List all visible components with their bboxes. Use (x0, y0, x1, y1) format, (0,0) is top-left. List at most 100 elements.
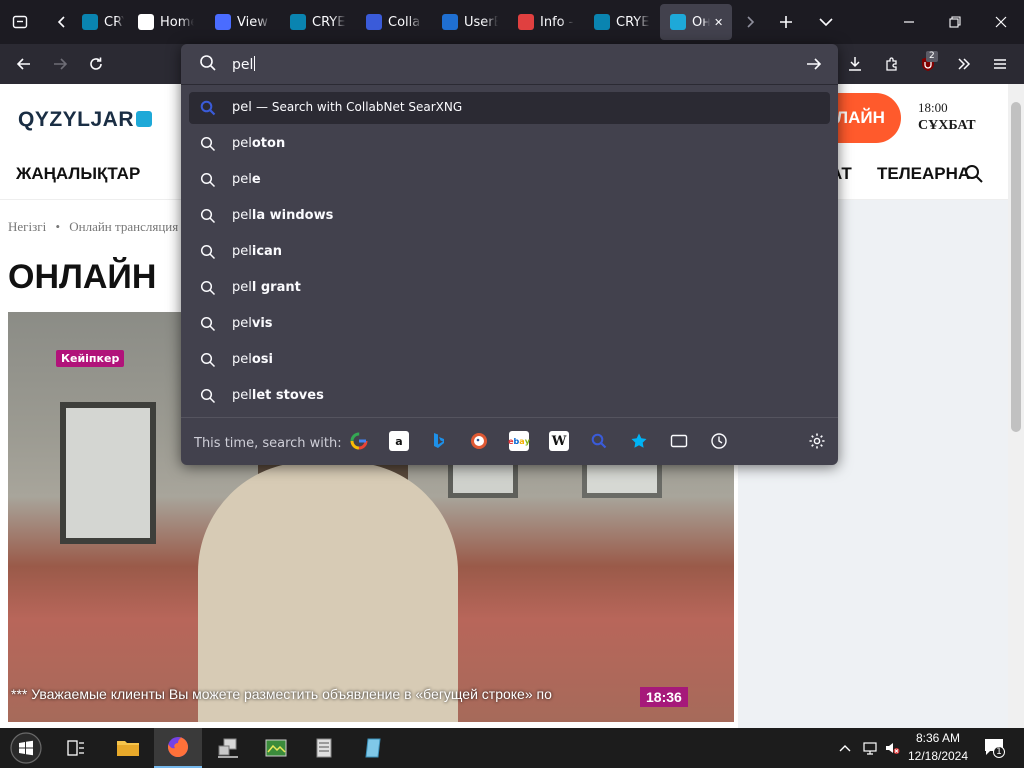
video-clock: 18:36 (640, 687, 688, 707)
network-tray-button[interactable] (862, 740, 878, 760)
search-icon (200, 208, 216, 224)
tab[interactable]: CRYE (584, 4, 654, 40)
nav-link-news[interactable]: ЖАҢАЛЫҚТАР (16, 164, 140, 184)
taskbar-app-servers[interactable] (300, 728, 348, 768)
scrollbar-thumb[interactable] (1011, 102, 1021, 432)
list-all-tabs-button[interactable] (810, 6, 842, 38)
search-settings-button[interactable] (807, 431, 827, 451)
search-suggestion[interactable]: pellet stoves (189, 380, 830, 412)
minimize-icon (904, 21, 914, 23)
server-icon (316, 738, 332, 758)
site-logo[interactable]: QYZYLJAR (18, 108, 134, 132)
tab-label: Colla (388, 14, 421, 30)
search-suggestion[interactable]: pelican (189, 236, 830, 268)
amazon-icon[interactable]: a (389, 431, 409, 451)
nav-link-tv-channel[interactable]: ТЕЛЕАРНА (877, 164, 970, 184)
search-suggestion[interactable]: pella windows (189, 200, 830, 232)
duckduckgo-icon[interactable] (469, 431, 489, 451)
clock-time[interactable]: 8:36 AM (902, 731, 974, 745)
notifications-button[interactable]: 1 (984, 738, 1005, 760)
suggestion-text: peloton (232, 136, 286, 151)
address-bar-popup: pel pel — Search with CollabNet SearXNG … (181, 44, 838, 465)
address-bar-text[interactable]: pel (232, 56, 256, 73)
page-title: ОНЛАЙН (8, 258, 157, 296)
close-window-button[interactable] (978, 0, 1024, 44)
schedule-show[interactable]: СҰХБАТ (918, 118, 976, 134)
volume-tray-button[interactable] (884, 740, 900, 760)
address-bar-input[interactable]: pel (181, 44, 838, 84)
breadcrumb-separator: • (55, 219, 60, 234)
cryengine-icon (290, 14, 306, 30)
search-suggestion[interactable]: pele (189, 164, 830, 196)
reload-button[interactable] (80, 48, 112, 80)
forward-button[interactable] (44, 48, 76, 80)
taskbar-app-network[interactable] (204, 728, 252, 768)
page-scrollbar[interactable] (1008, 84, 1024, 728)
minimize-button[interactable] (886, 0, 932, 44)
tab[interactable]: Info - (508, 4, 578, 40)
tab[interactable]: CRYE (280, 4, 350, 40)
search-suggestion[interactable]: pell grant (189, 272, 830, 304)
wikipedia-icon[interactable]: W (549, 431, 569, 451)
restore-icon (949, 16, 961, 28)
tab[interactable]: Home (128, 4, 198, 40)
video-person (198, 462, 458, 722)
info-favicon (518, 14, 534, 30)
search-suggestion[interactable]: pelosi (189, 344, 830, 376)
start-button[interactable] (2, 728, 50, 768)
network-icon (863, 742, 877, 755)
downloads-button[interactable] (839, 48, 871, 80)
searxng-search-icon (200, 100, 216, 116)
more-tools-button[interactable] (948, 48, 980, 80)
schedule-time: 18:00 (918, 100, 948, 115)
new-tab-button[interactable] (770, 6, 802, 38)
tab[interactable]: Colla (356, 4, 426, 40)
double-chevron-icon (958, 58, 971, 70)
history-icon[interactable] (709, 431, 729, 451)
bing-icon[interactable] (429, 431, 449, 451)
taskbar-app-notes[interactable] (350, 728, 398, 768)
search-icon (200, 136, 216, 152)
tab[interactable]: CRYE (72, 4, 124, 40)
taskbar-app-map[interactable] (252, 728, 300, 768)
back-button[interactable] (8, 48, 40, 80)
search-suggestion[interactable]: pelvis (189, 308, 830, 340)
tabs-icon[interactable] (669, 431, 689, 451)
tab-label: Он (692, 14, 710, 30)
breadcrumb: Негізгі • Онлайн трансляция (8, 219, 178, 235)
bookmarks-icon[interactable] (629, 431, 649, 451)
suggestion-text: pell grant (232, 280, 301, 295)
divider (181, 84, 838, 85)
search-icon (200, 280, 216, 296)
google-icon[interactable] (349, 431, 369, 451)
breadcrumb-home[interactable]: Негізгі (8, 219, 46, 234)
suggestion-text: pella windows (232, 208, 334, 223)
restore-button[interactable] (932, 0, 978, 44)
taskbar-firefox[interactable] (154, 728, 202, 768)
suggestion-heuristic[interactable]: pel — Search with CollabNet SearXNG (189, 92, 830, 124)
taskbar-file-explorer[interactable] (104, 728, 152, 768)
tab-label: CRYE (616, 14, 650, 30)
tab-overview-button[interactable] (4, 6, 36, 38)
ublock-extension-button[interactable]: 2 (912, 48, 944, 80)
tab-overview-icon (12, 15, 28, 29)
tab[interactable]: View (205, 4, 275, 40)
search-icon (965, 165, 983, 183)
site-search-button[interactable] (964, 164, 984, 188)
searxng-icon[interactable] (589, 431, 609, 451)
clock-date[interactable]: 12/18/2024 (902, 749, 974, 763)
search-favicon (366, 14, 382, 30)
app-menu-button[interactable] (984, 48, 1016, 80)
scroll-tabs-right-button[interactable] (734, 6, 766, 38)
extensions-button[interactable] (876, 48, 908, 80)
search-suggestion[interactable]: peloton (189, 128, 830, 160)
video-ticker: *** Уважаемые клиенты Вы можете размести… (11, 686, 552, 702)
close-tab-icon[interactable]: ✕ (714, 16, 723, 29)
task-view-button[interactable] (52, 728, 100, 768)
show-hidden-icons-button[interactable] (838, 740, 852, 759)
tab-active[interactable]: Он ✕ (660, 4, 732, 40)
tab[interactable]: UserB (432, 4, 502, 40)
map-app-icon (265, 739, 287, 757)
ebay-icon[interactable]: ebay (508, 431, 530, 451)
go-arrow-icon[interactable] (805, 55, 823, 73)
